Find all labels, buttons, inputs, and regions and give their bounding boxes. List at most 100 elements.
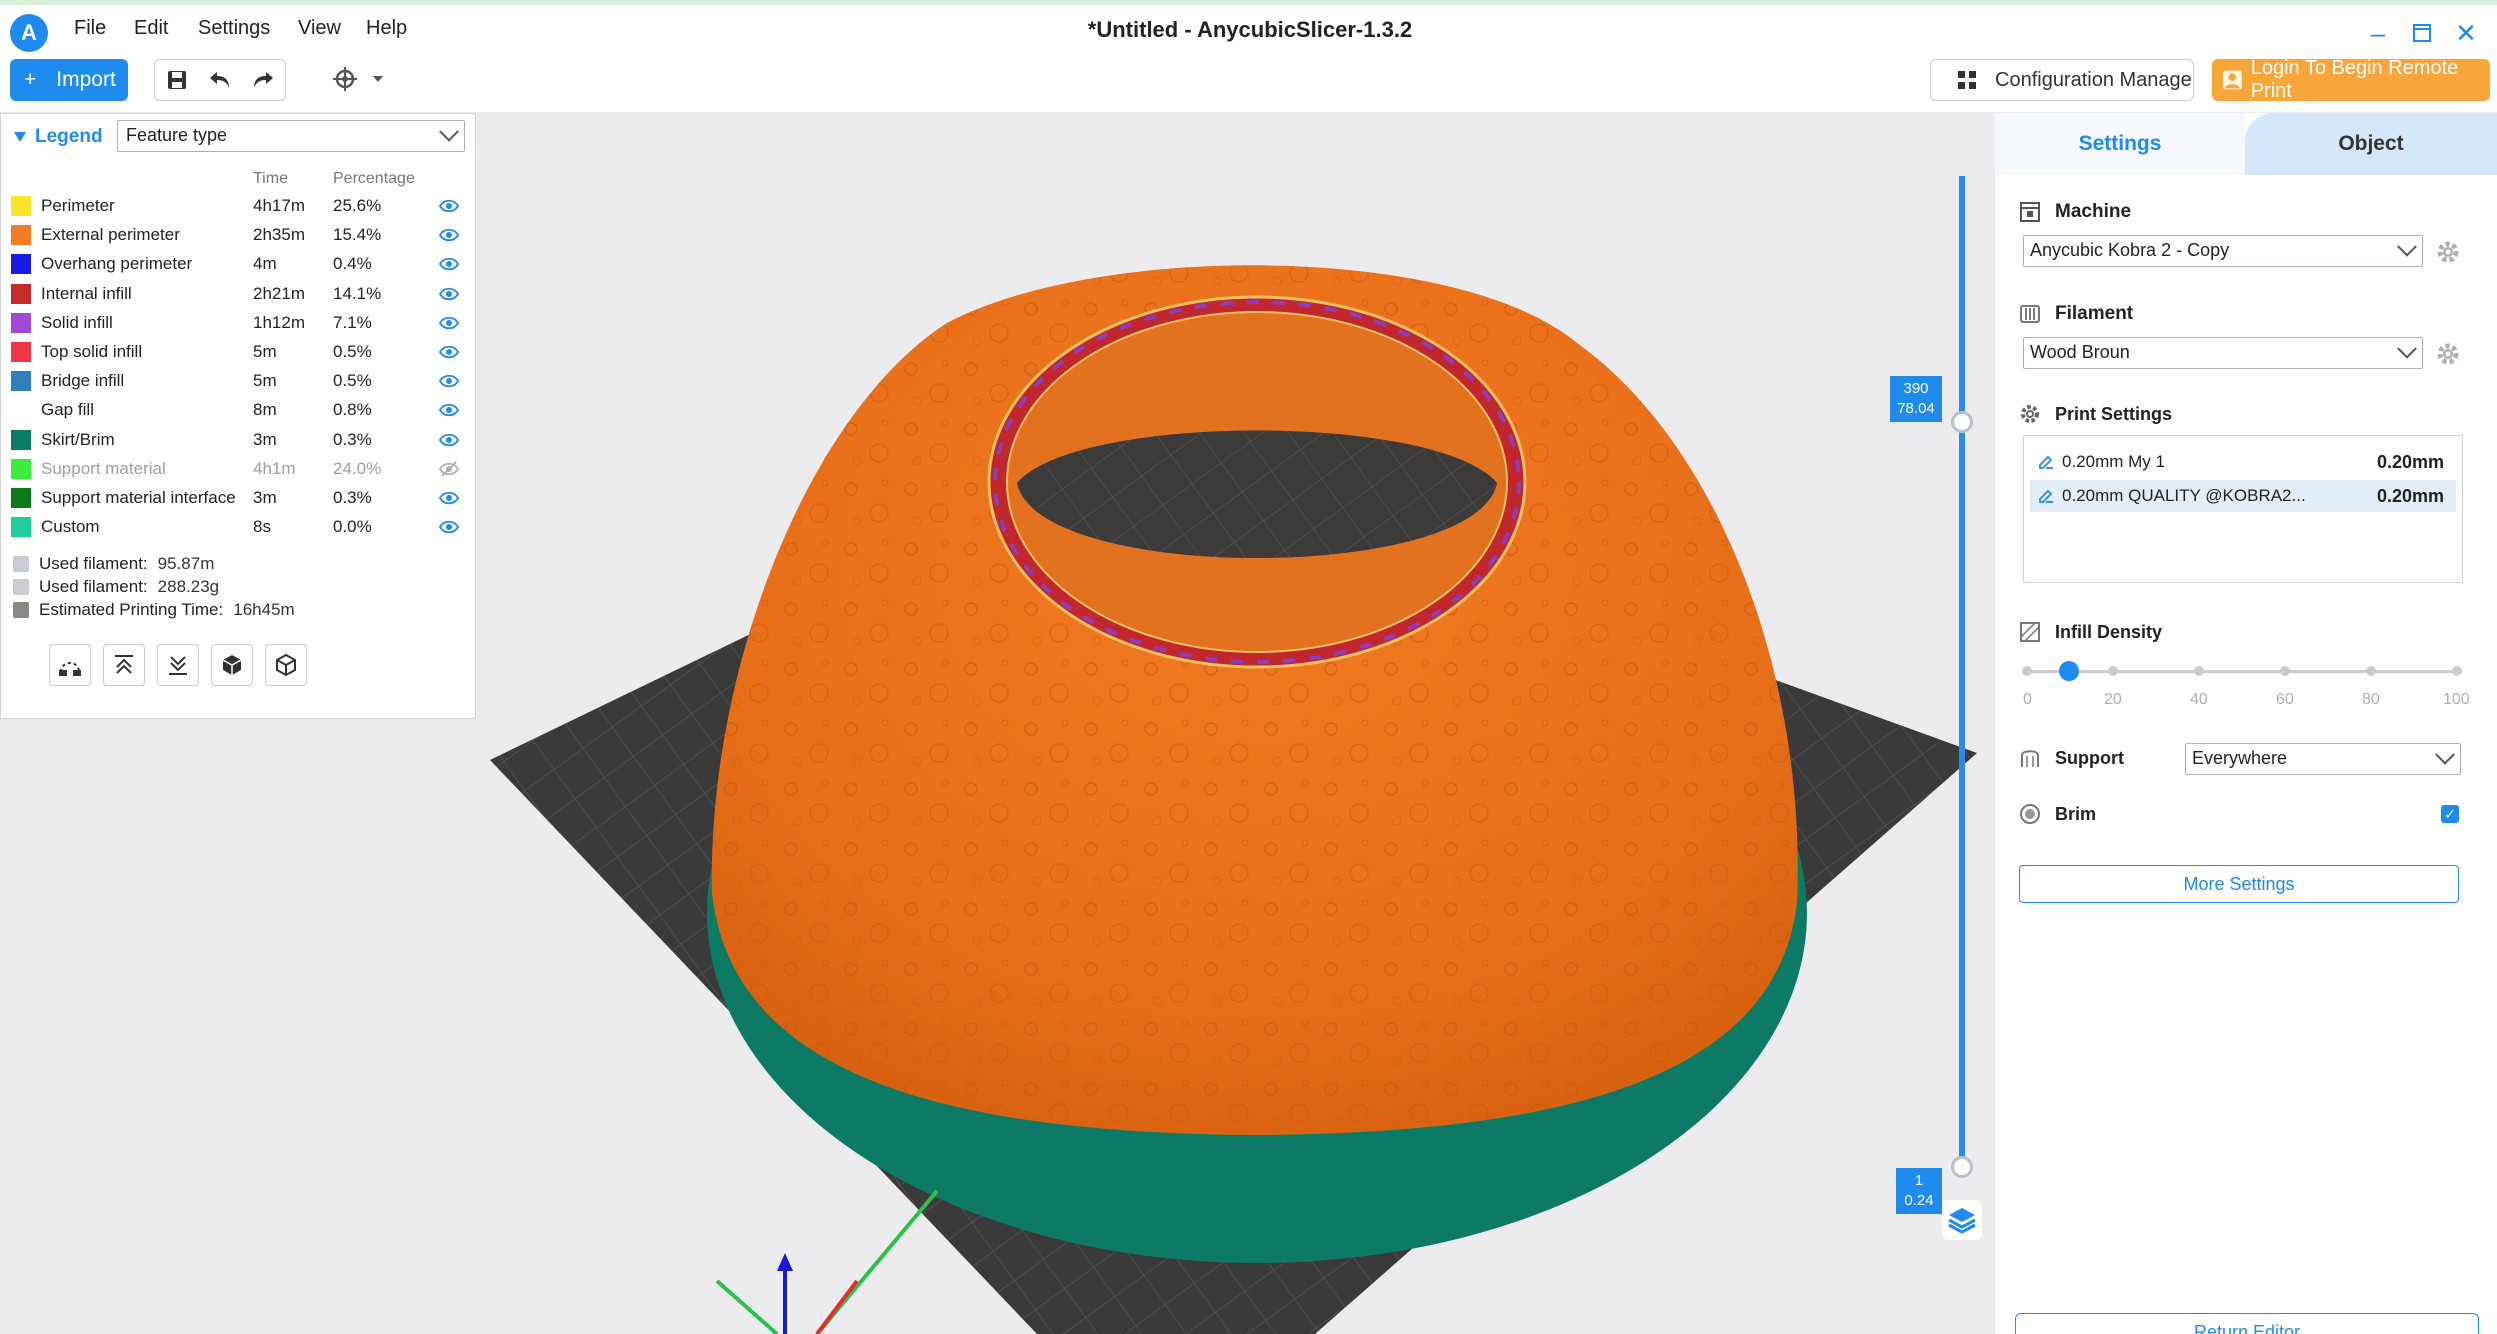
legend-color-swatch <box>11 342 31 362</box>
layer-slider-track[interactable] <box>1959 176 1965 1166</box>
legend-feature-percentage: 0.5% <box>333 342 372 361</box>
toolpath-view-icon[interactable] <box>49 644 91 686</box>
undo-icon[interactable] <box>198 60 241 100</box>
stat-label: Estimated Printing Time: <box>39 600 224 619</box>
top-layer-icon[interactable] <box>103 644 145 686</box>
legend-row: Custom 8s 0.0% <box>1 511 477 540</box>
maximize-icon[interactable] <box>2402 13 2442 53</box>
legend-feature-name: Support material interface <box>41 488 236 507</box>
legend-color-swatch <box>11 488 31 508</box>
eye-icon[interactable] <box>439 196 459 216</box>
brim-label: Brim <box>2055 803 2097 824</box>
filament-gear-icon[interactable] <box>2435 341 2461 367</box>
print-settings-label: Print Settings <box>2055 403 2173 424</box>
legend-toggle[interactable]: Legend <box>13 126 103 148</box>
brim-checkbox[interactable]: ✓ <box>2441 805 2459 823</box>
eye-icon[interactable] <box>439 284 459 304</box>
infill-density-slider[interactable] <box>2027 670 2459 673</box>
menu-view[interactable]: View <box>298 17 341 40</box>
filament-label: Filament <box>2055 303 2134 324</box>
menu-settings[interactable]: Settings <box>198 17 270 40</box>
print-settings-list: 0.20mm My 1 0.20mm 0.20mm QUALITY @KOBRA… <box>2023 435 2463 583</box>
machine-section: Machine <box>2019 201 2131 223</box>
gear-icon <box>2021 405 2039 423</box>
layer-slider-bottom-handle[interactable] <box>1951 1156 1973 1178</box>
eye-icon[interactable] <box>439 517 459 537</box>
login-remote-print-button[interactable]: Login To Begin Remote Print <box>2212 57 2490 102</box>
layer-bottom-height: 0.24 <box>1904 1192 1934 1209</box>
legend-feature-name: Custom <box>41 517 100 537</box>
solid-cube-icon[interactable] <box>211 644 253 686</box>
3d-viewport[interactable] <box>477 113 1995 1334</box>
legend-row: External perimeter 2h35m 15.4% <box>1 219 477 248</box>
legend-feature-name: Overhang perimeter <box>41 254 193 274</box>
dropdown-arrow-icon <box>368 59 388 99</box>
legend-feature-name: Gap fill <box>41 400 94 420</box>
legend-feature-name: Skirt/Brim <box>41 429 115 449</box>
brim-section: Brim <box>2019 803 2096 825</box>
eye-icon[interactable] <box>439 430 459 450</box>
return-editor-button[interactable]: Return Editor <box>2015 1313 2479 1334</box>
machine-value: Anycubic Kobra 2 - Copy <box>2030 240 2230 260</box>
profile-edit-icon <box>2039 489 2053 503</box>
minimize-icon[interactable]: – <box>2358 13 2398 53</box>
support-select[interactable]: Everywhere <box>2185 743 2461 775</box>
machine-gear-icon[interactable] <box>2435 239 2461 265</box>
eye-icon[interactable] <box>439 313 459 333</box>
filament-select[interactable]: Wood Broun <box>2023 337 2423 369</box>
eye-icon[interactable] <box>439 342 459 362</box>
import-button[interactable]: + Import <box>10 59 128 101</box>
redo-icon[interactable] <box>242 60 285 100</box>
eye-off-icon[interactable] <box>439 459 459 479</box>
layer-top-height: 78.04 <box>1897 400 1935 417</box>
legend-feature-time: 8m <box>253 400 277 420</box>
plus-icon: + <box>24 68 37 91</box>
filament-spool-icon <box>2020 305 2040 323</box>
brim-icon <box>2020 804 2040 824</box>
print-profile-name: 0.20mm My 1 <box>2062 452 2165 471</box>
legend-view-type-select[interactable]: Feature type <box>117 120 465 152</box>
eye-icon[interactable] <box>439 225 459 245</box>
legend-feature-percentage: 0.3% <box>333 488 372 507</box>
infill-tick-label: 80 <box>2362 691 2380 708</box>
bottom-layer-icon[interactable] <box>157 644 199 686</box>
print-profile-item[interactable]: 0.20mm My 1 0.20mm <box>2030 446 2456 478</box>
used-filament-length: Used filament: 95.87m <box>13 554 214 574</box>
legend-color-swatch <box>11 458 31 479</box>
infill-tick <box>2366 666 2376 676</box>
save-icon[interactable] <box>155 60 198 100</box>
printer-icon <box>2020 202 2040 222</box>
machine-select[interactable]: Anycubic Kobra 2 - Copy <box>2023 235 2423 267</box>
close-icon[interactable]: ✕ <box>2446 13 2486 53</box>
tab-object[interactable]: Object <box>2245 113 2497 175</box>
menu-edit[interactable]: Edit <box>134 17 168 40</box>
infill-tick <box>2280 666 2290 676</box>
tab-settings[interactable]: Settings <box>1995 113 2245 175</box>
view-tools <box>49 644 307 686</box>
legend-header-percentage: Percentage <box>333 170 415 187</box>
support-icon <box>2021 750 2039 767</box>
legend-feature-time: 2h21m <box>253 283 305 303</box>
used-filament-weight: Used filament: 288.23g <box>13 577 219 597</box>
more-settings-button[interactable]: More Settings <box>2019 865 2459 903</box>
eye-icon[interactable] <box>439 254 459 274</box>
eye-icon[interactable] <box>439 400 459 420</box>
eye-icon[interactable] <box>439 488 459 508</box>
legend-color-swatch <box>11 283 31 304</box>
menu-file[interactable]: File <box>74 17 106 40</box>
legend-feature-time: 3m <box>253 429 277 449</box>
layers-icon[interactable] <box>1942 1200 1982 1240</box>
settings-panel: Settings Object Machine Anycubic Kobra 2… <box>1995 113 2497 1334</box>
menu-help[interactable]: Help <box>366 17 407 40</box>
stat-value: 95.87m <box>157 554 215 573</box>
eye-icon[interactable] <box>439 371 459 391</box>
legend-feature-time: 1h12m <box>253 312 305 332</box>
infill-slider-thumb[interactable] <box>2059 661 2079 681</box>
view-dropdown[interactable] <box>322 59 400 101</box>
window-title: *Untitled - AnycubicSlicer-1.3.2 <box>1087 17 1413 42</box>
legend-feature-name: Support material <box>41 458 166 478</box>
configuration-manage-button[interactable]: Configuration Manage <box>1930 59 2194 101</box>
wireframe-cube-icon[interactable] <box>265 644 307 686</box>
layer-slider-top-handle[interactable] <box>1951 411 1973 433</box>
print-profile-item-selected[interactable]: 0.20mm QUALITY @KOBRA2... 0.20mm <box>2030 480 2456 512</box>
